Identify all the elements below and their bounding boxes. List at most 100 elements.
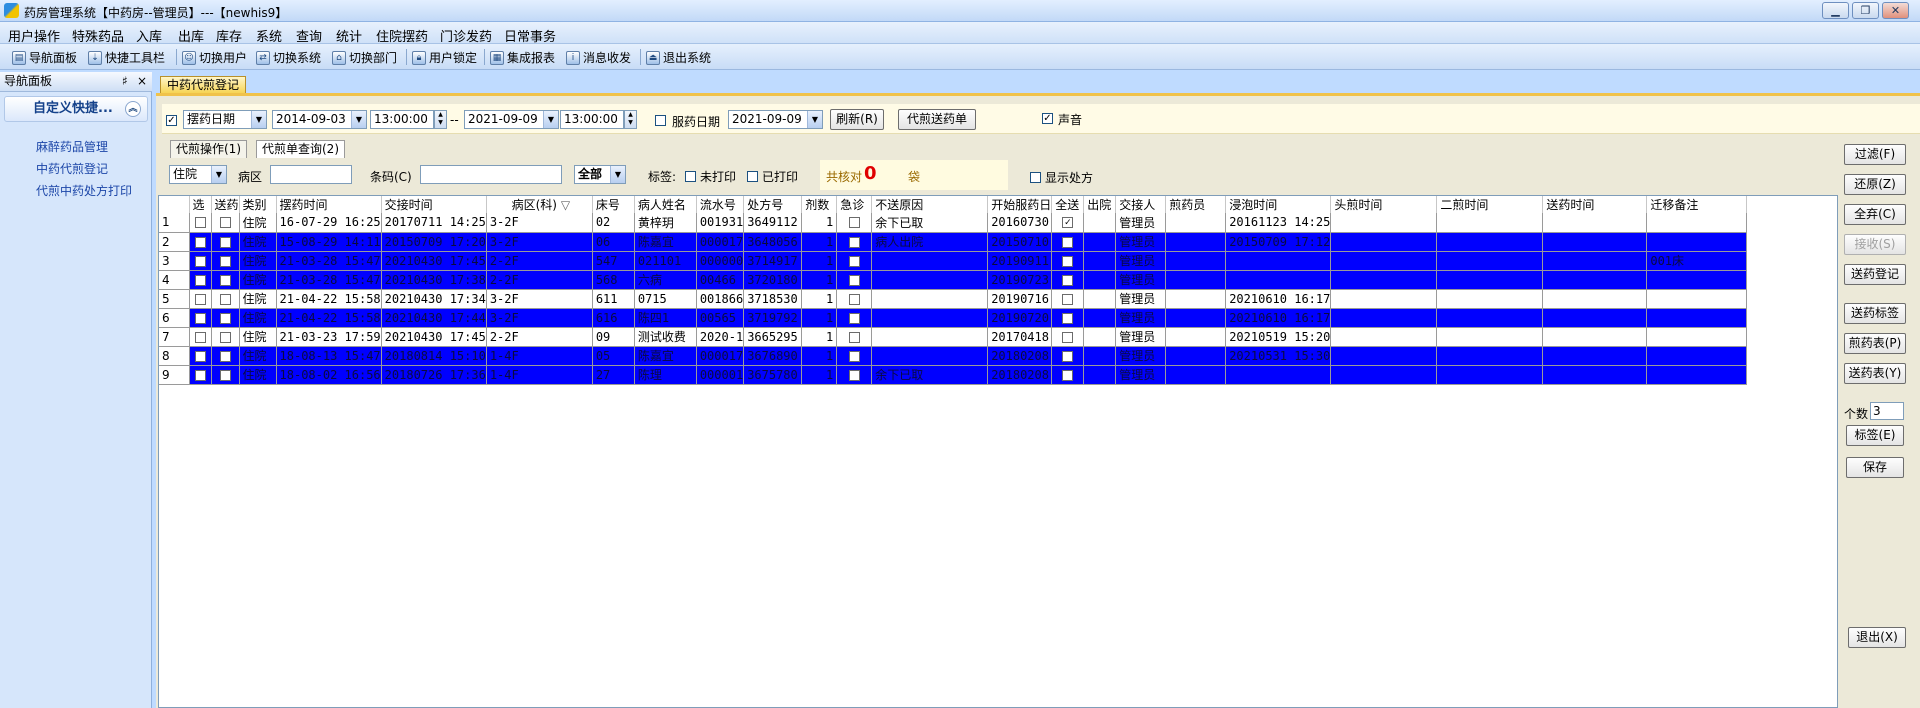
row-checkbox[interactable] — [848, 369, 860, 381]
row-checkbox[interactable] — [194, 217, 206, 229]
row-checkbox[interactable] — [219, 293, 231, 305]
collapse-icon[interactable]: ︽ — [125, 101, 141, 117]
row-checkbox[interactable] — [194, 312, 206, 324]
row-checkbox[interactable] — [1062, 274, 1074, 286]
minimize-button[interactable]: ▁ — [1822, 2, 1849, 19]
menu-system[interactable]: 系统 — [256, 26, 282, 45]
menu-inventory[interactable]: 库存 — [216, 26, 242, 45]
column-header[interactable]: 类别 — [239, 196, 277, 213]
tool-exit-system[interactable]: ⏏ 退出系统 — [646, 49, 711, 66]
start-time-spinner[interactable]: ▲ ▼ — [434, 110, 447, 129]
column-header[interactable]: 头煎时间 — [1330, 196, 1438, 213]
menu-daily-affairs[interactable]: 日常事务 — [504, 26, 556, 45]
start-date-picker[interactable]: 2014-09-03 ▼ — [272, 110, 367, 129]
menu-special-drugs[interactable]: 特殊药品 — [72, 26, 124, 45]
table-row[interactable]: 6 住院 21-04-22 15:58 20210430 17:44 3-2F 616 陈四… — [159, 308, 1748, 328]
count-input[interactable]: 3 — [1870, 402, 1904, 420]
discard-all-button[interactable]: 全弃(C) — [1844, 204, 1906, 225]
row-checkbox[interactable] — [1062, 350, 1074, 362]
close-window-button[interactable]: ✕ — [1882, 2, 1909, 19]
row-checkbox[interactable] — [1062, 369, 1074, 381]
column-header[interactable]: 流水号 — [696, 196, 745, 213]
table-row[interactable]: 4 住院 21-03-28 15:47 20210430 17:38 2-2F 568 六病… — [159, 270, 1748, 290]
tool-switch-user[interactable]: ☺ 切换用户 — [182, 49, 247, 66]
row-checkbox[interactable] — [219, 331, 231, 343]
column-header[interactable]: 开始服药日 — [987, 196, 1053, 213]
row-checkbox[interactable] — [219, 217, 231, 229]
nav-group-custom-shortcuts[interactable]: 自定义快捷... ︽ — [4, 96, 148, 122]
table-row[interactable]: 2 住院 15-08-29 14:11 20150709 17:20 3-2F 06 陈嘉宜… — [159, 232, 1748, 252]
pin-icon[interactable]: ♯ — [122, 72, 128, 91]
delivery-register-button[interactable]: 送药登记 — [1844, 264, 1906, 285]
row-checkbox[interactable] — [194, 369, 206, 381]
delivery-sheet-button[interactable]: 送药表(Y) — [1844, 363, 1906, 384]
end-time-input[interactable]: 13:00:00 — [560, 110, 624, 129]
row-checkbox[interactable] — [194, 274, 206, 286]
column-header[interactable]: 煎药员 — [1165, 196, 1227, 213]
tool-integrated-report[interactable]: ▦ 集成报表 — [490, 49, 555, 66]
row-checkbox[interactable] — [1062, 236, 1074, 248]
menu-inpatient-dispense[interactable]: 住院摆药 — [376, 26, 428, 45]
tab-decoction-register[interactable]: 中药代煎登记 — [160, 76, 247, 94]
menu-query[interactable]: 查询 — [296, 26, 322, 45]
menu-statistics[interactable]: 统计 — [336, 26, 362, 45]
table-row[interactable]: 5 住院 21-04-22 15:58 20210430 17:34 3-2F 611 07… — [159, 289, 1748, 309]
show-rx-checkbox[interactable] — [1030, 172, 1041, 183]
row-checkbox[interactable] — [848, 350, 860, 362]
menu-stock-in[interactable]: 入库 — [136, 26, 162, 45]
tool-nav-panel[interactable]: ▤ 导航面板 — [12, 49, 77, 66]
row-checkbox[interactable] — [1062, 293, 1074, 305]
table-row[interactable]: 7 住院 21-03-23 17:59 20210430 17:45 2-2F 09 测试收… — [159, 327, 1748, 347]
column-header[interactable]: 出院 — [1083, 196, 1117, 213]
maximize-button[interactable]: ❐ — [1852, 2, 1879, 19]
date-filter-checkbox[interactable]: ✓ — [166, 115, 177, 126]
all-select[interactable]: 全部 ▼ — [574, 165, 626, 184]
column-header[interactable]: 二煎时间 — [1436, 196, 1544, 213]
row-checkbox[interactable] — [219, 255, 231, 267]
table-row[interactable]: 9 住院 18-08-02 16:56 20180726 17:36 1-4F 27 陈理 0… — [159, 365, 1748, 385]
patient-type-select[interactable]: 住院 ▼ — [169, 165, 227, 184]
column-header[interactable]: 处方号 — [743, 196, 803, 213]
column-header[interactable]: 病区(科) ▽ — [486, 196, 593, 213]
label-button[interactable]: 标签(E) — [1846, 425, 1904, 446]
refresh-button[interactable]: 刷新(R) — [830, 109, 884, 130]
menu-outpatient-dispense[interactable]: 门诊发药 — [440, 26, 492, 45]
row-checkbox[interactable] — [219, 274, 231, 286]
save-button[interactable]: 保存 — [1846, 457, 1904, 478]
column-header[interactable]: 迁移备注 — [1646, 196, 1748, 213]
row-checkbox[interactable] — [848, 312, 860, 324]
ward-input[interactable] — [270, 165, 352, 184]
tab-decoction-ops[interactable]: 代煎操作(1) — [170, 140, 247, 158]
column-header[interactable]: 剂数 — [801, 196, 838, 213]
end-date-picker[interactable]: 2021-09-09 ▼ — [464, 110, 559, 129]
column-header[interactable]: 送药 — [211, 196, 240, 213]
column-header[interactable]: 浸泡时间 — [1225, 196, 1332, 213]
row-checkbox[interactable] — [194, 236, 206, 248]
row-checkbox[interactable] — [219, 312, 231, 324]
row-checkbox[interactable] — [848, 217, 860, 229]
tool-quick-toolbar[interactable]: ⇣ 快捷工具栏 — [88, 49, 165, 66]
column-header[interactable]: 全送 — [1051, 196, 1085, 213]
nav-item-narcotic-drugs[interactable]: 麻醉药品管理 — [36, 138, 108, 155]
row-checkbox[interactable] — [848, 293, 860, 305]
start-time-input[interactable]: 13:00:00 — [370, 110, 434, 129]
row-checkbox[interactable] — [194, 293, 206, 305]
column-header[interactable]: 摆药时间 — [276, 196, 382, 213]
column-header[interactable]: 床号 — [592, 196, 635, 213]
table-row[interactable]: 3 住院 21-03-28 15:47 20210430 17:45 2-2F 547 02… — [159, 251, 1748, 271]
row-checkbox[interactable] — [219, 236, 231, 248]
row-checkbox[interactable] — [848, 236, 860, 248]
delivery-label-button[interactable]: 送药标签 — [1844, 303, 1906, 324]
menu-stock-out[interactable]: 出库 — [178, 26, 204, 45]
take-date-picker[interactable]: 2021-09-09 ▼ — [728, 110, 823, 129]
tool-switch-system[interactable]: ⇄ 切换系统 — [256, 49, 321, 66]
row-checkbox[interactable] — [1062, 255, 1074, 267]
row-checkbox[interactable] — [194, 255, 206, 267]
column-header[interactable]: 病人姓名 — [634, 196, 697, 213]
unprinted-checkbox[interactable] — [685, 171, 696, 182]
take-date-checkbox[interactable] — [655, 115, 666, 126]
tool-switch-dept[interactable]: ⌂ 切换部门 — [332, 49, 397, 66]
printed-checkbox[interactable] — [747, 171, 758, 182]
decoction-grid[interactable]: 选 送药 类别 摆药时间 交接时间 病区(科) ▽ 床号 病人姓名 流水号 处方… — [158, 195, 1838, 708]
row-checkbox[interactable] — [219, 350, 231, 362]
